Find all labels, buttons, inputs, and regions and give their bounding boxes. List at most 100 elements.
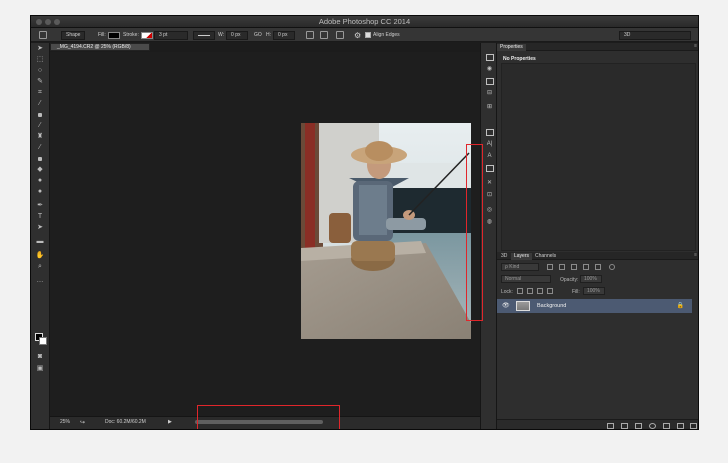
opacity-label: Opacity: (560, 277, 579, 283)
tool-mode-select[interactable]: Shape (61, 30, 86, 40)
clone-stamp-tool-icon[interactable]: ♜ (35, 133, 45, 141)
width-field[interactable]: 0 px (226, 30, 249, 40)
layer-style-icon[interactable] (621, 423, 628, 429)
zoom-tool-icon[interactable]: ⌕ (35, 263, 45, 271)
pen-tool-icon[interactable]: ✒ (35, 202, 45, 210)
tool-preset-picker[interactable] (39, 30, 47, 40)
lock-transparent-icon[interactable] (517, 288, 523, 294)
3d-panel-icon[interactable]: ◎ (485, 206, 494, 214)
adjustments-panel-icon[interactable] (485, 77, 494, 85)
hand-tool-icon[interactable]: ✋ (35, 252, 45, 260)
type-tool-icon[interactable]: T (35, 213, 45, 221)
align-edges-checkbox[interactable] (365, 32, 371, 38)
layer-kind-filter[interactable]: ρ Kind (501, 263, 539, 271)
opacity-field[interactable]: 100% (580, 275, 602, 283)
path-alignment-icon[interactable] (320, 31, 328, 39)
link-layers-icon[interactable] (607, 423, 614, 429)
fill-swatch[interactable] (107, 31, 120, 39)
tab-channels[interactable]: Channels (535, 253, 556, 259)
lock-position-icon[interactable] (537, 288, 543, 294)
document-info[interactable]: Doc: 60.2M/60.2M (105, 419, 146, 425)
history-brush-tool-icon[interactable]: ⁄ (35, 144, 45, 152)
window-title: Adobe Photoshop CC 2014 (318, 17, 411, 26)
trash-icon[interactable] (690, 423, 697, 429)
fisherman-photo (301, 123, 471, 339)
crop-tool-icon[interactable]: ⌗ (35, 89, 45, 97)
tab-layers[interactable]: Layers (511, 253, 533, 260)
panel-menu-icon[interactable]: ≡ (694, 43, 697, 49)
fill-opacity-field[interactable]: 100% (583, 287, 605, 295)
character-panel-icon[interactable] (485, 128, 494, 136)
shape-filter-icon[interactable] (583, 264, 589, 270)
lock-row: Lock: Fill: 100% (497, 286, 698, 297)
tool-presets-icon[interactable]: ✕ (485, 179, 494, 187)
fill-opacity-label: Fill: (572, 289, 580, 295)
align-edges-label: Align Edges (373, 32, 400, 38)
history-panel-icon[interactable] (485, 53, 494, 61)
adjustment-filter-icon[interactable] (559, 264, 565, 270)
quick-mask-icon[interactable]: ◙ (35, 353, 45, 361)
smart-object-filter-icon[interactable] (595, 264, 601, 270)
type-filter-icon[interactable] (571, 264, 577, 270)
timeline-panel-icon[interactable]: ◍ (485, 218, 494, 226)
blur-tool-icon[interactable]: ● (35, 177, 45, 185)
screen-mode-icon[interactable]: ▣ (35, 365, 45, 373)
canvas-area[interactable] (50, 52, 480, 416)
eye-icon[interactable]: 👁 (502, 302, 510, 309)
shape-tool-icon (39, 31, 47, 39)
move-tool-icon[interactable]: ➤ (35, 45, 45, 53)
rectangle-tool-icon[interactable]: ▬ (35, 238, 45, 246)
export-icon[interactable]: ↪ (80, 419, 85, 426)
paragraph-panel-icon[interactable]: A| (485, 140, 494, 148)
path-arrangement-icon[interactable] (336, 31, 344, 39)
stroke-label: Stroke: (123, 32, 139, 38)
stroke-width-field[interactable]: 3 pt (154, 30, 188, 40)
actions-panel-icon[interactable]: ◉ (485, 65, 494, 73)
properties-status: No Properties (503, 56, 536, 62)
info-panel-icon[interactable]: ⊞ (485, 103, 494, 111)
dodge-tool-icon[interactable]: ● (35, 188, 45, 196)
styles-panel-icon[interactable]: ⊡ (485, 191, 494, 199)
layer-row-background[interactable]: 👁 Background 🔒 (497, 299, 692, 313)
brush-tool-icon[interactable]: ⁄ (35, 122, 45, 130)
gear-icon[interactable]: ⚙ (354, 31, 361, 40)
layers-panel-menu-icon[interactable]: ≡ (694, 252, 697, 258)
paint-bucket-tool-icon[interactable]: ◆ (35, 166, 45, 174)
lock-pixels-icon[interactable] (527, 288, 533, 294)
paths-panel-icon[interactable] (485, 164, 494, 172)
healing-brush-tool-icon[interactable] (35, 111, 45, 119)
edit-toolbar-icon[interactable]: … (35, 277, 45, 285)
marquee-tool-icon[interactable]: ⬚ (35, 56, 45, 64)
brush-panel-icon[interactable]: ⊟ (485, 89, 494, 97)
quick-selection-tool-icon[interactable]: ✎ (35, 78, 45, 86)
blend-mode-select[interactable]: Normal (501, 275, 551, 283)
stroke-swatch[interactable] (140, 31, 153, 39)
lasso-tool-icon[interactable]: ○ (35, 67, 45, 75)
stroke-type-select[interactable] (193, 30, 215, 40)
add-mask-icon[interactable] (635, 423, 642, 429)
tab-3d[interactable]: 3D (501, 253, 507, 259)
workspace-select[interactable]: 3D (619, 30, 691, 40)
document-tab[interactable]: _MG_4194.CR2 @ 25% (RGB/8) (50, 43, 150, 51)
link-dimensions-icon[interactable]: GO (254, 32, 262, 38)
layers-panel-header: 3D Layers Channels ≡ (497, 252, 698, 260)
status-menu-arrow-icon[interactable]: ▶ (168, 419, 172, 425)
layer-name[interactable]: Background (537, 303, 566, 309)
eraser-tool-icon[interactable] (35, 155, 45, 163)
text-panel-icon[interactable]: A (485, 152, 494, 160)
path-selection-tool-icon[interactable]: ➤ (35, 224, 45, 232)
new-layer-icon[interactable] (677, 423, 684, 429)
fill-label: Fill: (98, 32, 106, 38)
new-group-icon[interactable] (663, 423, 670, 429)
filter-toggle-icon[interactable] (609, 264, 615, 270)
lock-all-icon[interactable] (547, 288, 553, 294)
path-operations-icon[interactable] (306, 31, 314, 39)
adjustment-layer-icon[interactable] (649, 423, 656, 429)
zoom-level[interactable]: 25% (60, 419, 70, 425)
pixel-filter-icon[interactable] (547, 264, 553, 270)
background-color-swatch[interactable] (39, 337, 47, 345)
vertical-scrollbar-highlight (466, 144, 483, 321)
eyedropper-tool-icon[interactable]: ⁄ (35, 100, 45, 108)
height-field[interactable]: 0 px (273, 30, 295, 40)
tab-properties[interactable]: Properties (497, 44, 526, 51)
